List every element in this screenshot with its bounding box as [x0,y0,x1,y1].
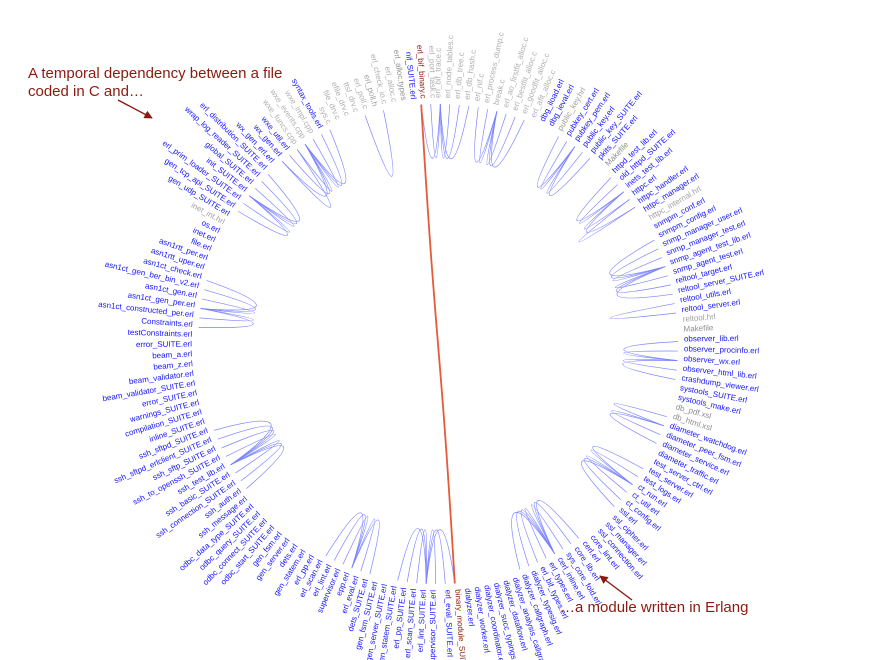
label-layer: erl_bif_binary.cerl_port_task.cerl_bif_t… [98,31,765,660]
edge-layer [199,104,678,584]
edge [238,196,287,236]
node-label: error_SUITE.erl [136,340,192,350]
edge [440,104,469,159]
annotation-bottom-line1: …a module written in Erlang [560,599,748,616]
focus-edge [421,105,455,584]
edge [201,280,257,310]
node-label: reltool.hrl [682,312,716,324]
edge [305,134,342,185]
node-label: erl_lint_SUITE.erl [416,589,428,652]
dependency-wheel: erl_bif_binary.cerl_port_task.cerl_bif_t… [0,0,876,660]
edge [365,110,393,176]
edge [611,249,665,278]
edge [352,519,375,571]
edge [282,150,331,208]
edge [624,351,678,361]
annotation-bottom-arrow [600,576,632,600]
node-label: erl_eval_SUITE.erl [443,590,454,658]
edge [616,267,670,293]
annotation-top-line1: A temporal dependency between a file [28,65,282,82]
edge [431,104,441,158]
node-label: testConstraints.erl [128,328,193,339]
annotation-top-line2: coded in C and… [28,83,144,100]
edge [407,529,426,584]
node-label: supervisor_SUITE.erl [428,590,438,660]
edge [577,178,624,221]
edge [489,111,515,165]
edge [474,107,496,162]
edge [610,304,676,319]
node-label: erl_bif_trace.c [433,48,442,98]
edge [593,446,643,484]
edge [579,199,635,242]
edge [623,359,677,370]
node-label: Makefile [683,323,714,334]
annotation-top-arrow [118,100,152,118]
edge [426,530,436,584]
edge [610,413,664,443]
edge [440,104,459,158]
edge [334,515,365,568]
node-label: observer_lib.erl [684,334,739,344]
edge [480,109,497,163]
edge [537,137,575,188]
edge [491,111,524,167]
node-label: observer_procinfo.erl [684,344,760,355]
